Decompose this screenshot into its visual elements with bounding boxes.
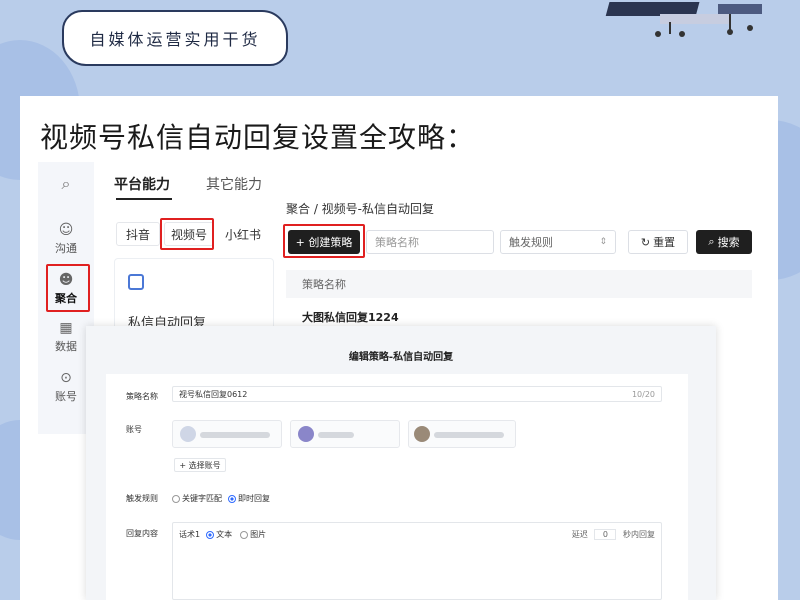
avatar bbox=[414, 426, 430, 442]
account-label: 账号 bbox=[126, 425, 142, 434]
script-label: 话术1 bbox=[179, 530, 201, 539]
delay-group: 延迟 0 秒内回复 bbox=[572, 529, 655, 540]
tab-underline bbox=[116, 198, 172, 200]
trigger-select-label: 触发规则 bbox=[509, 236, 553, 249]
highlight-box bbox=[46, 264, 90, 312]
radio-checked-icon bbox=[206, 530, 215, 539]
reply-editor[interactable]: 话术1 文本 图片 延迟 0 秒内回复 bbox=[172, 522, 662, 600]
reset-button[interactable]: ↻ 重置 bbox=[628, 230, 688, 254]
delay-label: 延迟 bbox=[571, 530, 588, 539]
account-name-redacted bbox=[318, 432, 354, 438]
office-chair-illustration bbox=[605, 2, 762, 37]
tab-platform[interactable]: 平台能力 bbox=[114, 174, 170, 194]
highlight-box bbox=[283, 224, 365, 258]
search-icon[interactable]: ⌕ bbox=[38, 174, 94, 194]
sidebar-item-chat[interactable]: ☺ 沟通 bbox=[38, 222, 94, 256]
option-label: 图片 bbox=[250, 530, 267, 539]
dialog-title: 编辑策略-私信自动回复 bbox=[348, 352, 454, 363]
chevron-updown-icon: ⇕ bbox=[599, 237, 607, 247]
reply-icon bbox=[128, 274, 144, 290]
reply-type-text[interactable]: 文本 bbox=[206, 529, 232, 540]
account-name-redacted bbox=[200, 432, 270, 438]
search-icon: ⌕ bbox=[708, 235, 715, 248]
radio-checked-icon bbox=[228, 494, 236, 503]
reset-label: 重置 bbox=[653, 236, 676, 249]
tab-other[interactable]: 其它能力 bbox=[206, 174, 262, 194]
platform-chip-xiaohongshu[interactable]: 小红书 bbox=[218, 222, 268, 246]
trigger-label: 触发规则 bbox=[126, 494, 158, 503]
highlight-box bbox=[160, 218, 214, 250]
page-title: 视频号私信自动回复设置全攻略： bbox=[40, 121, 476, 154]
strategy-name-field[interactable]: 视号私信回复0612 10/20 bbox=[172, 386, 662, 402]
reply-type-image[interactable]: 图片 bbox=[240, 529, 266, 540]
platform-chip-douyin[interactable]: 抖音 bbox=[116, 222, 160, 246]
avatar bbox=[180, 426, 196, 442]
sidebar-item-label: 数据 bbox=[55, 340, 77, 353]
char-count: 10/20 bbox=[631, 389, 655, 399]
add-account-button[interactable]: + 选择账号 bbox=[174, 458, 226, 472]
sidebar-item-label: 账号 bbox=[55, 390, 77, 403]
breadcrumb: 聚合 / 视频号-私信自动回复 bbox=[286, 202, 435, 216]
banner-tag: 自媒体运营实用干货 bbox=[62, 10, 288, 66]
option-label: 关键字匹配 bbox=[182, 494, 222, 503]
name-label: 策略名称 bbox=[126, 392, 158, 401]
account-name-redacted bbox=[434, 432, 504, 438]
delay-input[interactable]: 0 bbox=[594, 529, 617, 540]
sidebar-item-label: 沟通 bbox=[55, 242, 77, 255]
refresh-icon: ↻ bbox=[640, 235, 651, 249]
trigger-option-instant[interactable]: 即时回复 bbox=[228, 493, 270, 504]
option-label: 即时回复 bbox=[238, 494, 270, 503]
radio-icon bbox=[172, 494, 180, 503]
avatar bbox=[298, 426, 314, 442]
strategy-name-value: 视号私信回复0612 bbox=[179, 389, 248, 399]
search-button[interactable]: ⌕ 搜索 bbox=[696, 230, 752, 254]
strategy-name-input[interactable]: 策略名称 bbox=[366, 230, 494, 254]
reply-label: 回复内容 bbox=[126, 529, 158, 538]
option-label: 文本 bbox=[216, 530, 233, 539]
trigger-option-keyword[interactable]: 关键字匹配 bbox=[172, 493, 222, 504]
radio-icon bbox=[240, 530, 249, 539]
table-header: 策略名称 bbox=[286, 270, 752, 298]
trigger-select[interactable]: 触发规则 ⇕ bbox=[500, 230, 616, 254]
search-label: 搜索 bbox=[717, 236, 740, 249]
chat-icon: ☺ bbox=[58, 222, 74, 238]
delay-unit: 秒内回复 bbox=[623, 530, 655, 539]
